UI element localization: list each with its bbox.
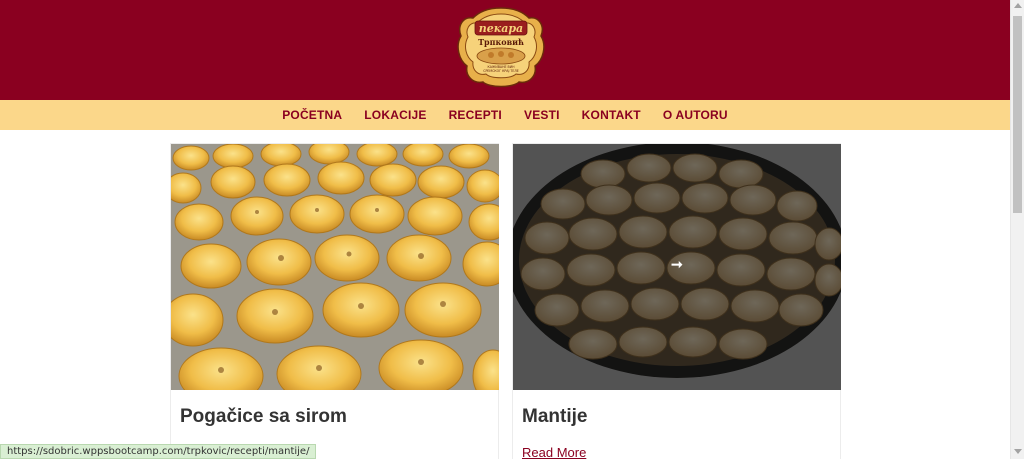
nav-item-kontakt[interactable]: KONTAKT [582, 108, 641, 122]
read-more-link[interactable]: Read More [522, 445, 586, 459]
post-card: Pogačice sa sirom [170, 143, 499, 459]
vertical-scrollbar[interactable] [1010, 0, 1024, 459]
post-thumbnail[interactable] [171, 144, 499, 390]
scroll-down-arrow-icon[interactable] [1014, 449, 1022, 454]
site-header: пекара Трпковић КАЖИВАНЕ ВИН СРЕМСКОГ КР… [0, 0, 1010, 100]
post-title[interactable]: Mantije [522, 406, 587, 428]
nav-item-pocetna[interactable]: POČETNA [282, 108, 342, 122]
post-thumbnail[interactable]: ➞ [513, 144, 841, 390]
main-nav: POČETNA LOKACIJE RECEPTI VESTI KONTAKT O… [0, 100, 1010, 130]
scrollbar-thumb[interactable] [1013, 16, 1022, 213]
arrow-right-icon[interactable]: ➞ [671, 256, 683, 273]
cheese-pastries-image [171, 144, 499, 390]
nav-item-lokacije[interactable]: LOKACIJE [364, 108, 426, 122]
svg-text:пекара: пекара [479, 22, 523, 35]
nav-item-vesti[interactable]: VESTI [524, 108, 560, 122]
svg-text:Трпковић: Трпковић [478, 37, 524, 47]
svg-text:СРЕМСКОГ КРАЈ ТЕЛЕ: СРЕМСКОГ КРАЈ ТЕЛЕ [483, 69, 519, 73]
status-bar-url: https://sdobric.wppsbootcamp.com/trpkovi… [0, 444, 317, 459]
bakery-logo[interactable]: пекара Трпковић КАЖИВАНЕ ВИН СРЕМСКОГ КР… [455, 6, 547, 90]
page: пекара Трпковић КАЖИВАНЕ ВИН СРЕМСКОГ КР… [0, 0, 1024, 459]
nav-item-o-autoru[interactable]: O AUTORU [663, 108, 728, 122]
scroll-up-arrow-icon[interactable] [1014, 3, 1022, 8]
post-card: ➞ Mantije Read More [512, 143, 841, 459]
nav-item-recepti[interactable]: RECEPTI [449, 108, 502, 122]
post-title[interactable]: Pogačice sa sirom [180, 406, 347, 428]
